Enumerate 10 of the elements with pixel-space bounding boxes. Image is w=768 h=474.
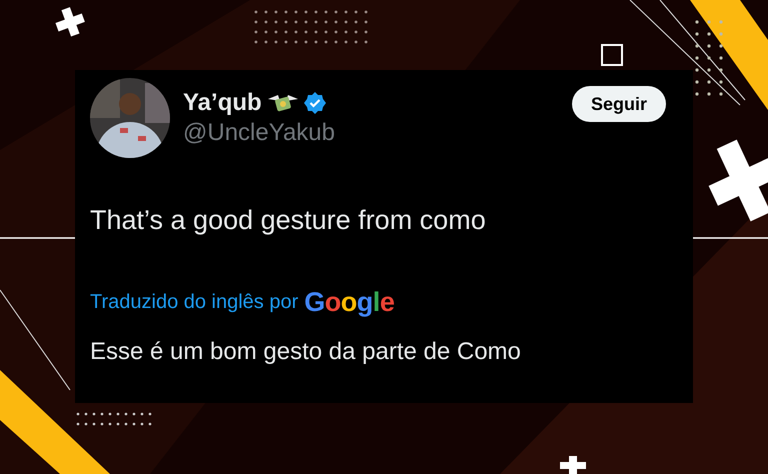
tweet-text: That’s a good gesture from como [90,204,487,237]
author-handle: @UncleYakub [183,118,335,148]
plus-shape [55,7,85,37]
author-name: Ya’qub [183,88,262,118]
translated-text: Esse é um bom gesto da parte de Como [90,337,522,367]
square-outline [601,44,623,66]
translation-label: Traduzido do inglês por [90,290,298,315]
google-logo: Google [304,287,394,317]
follow-button[interactable]: Seguir [572,86,666,122]
plus-shape [560,456,586,474]
